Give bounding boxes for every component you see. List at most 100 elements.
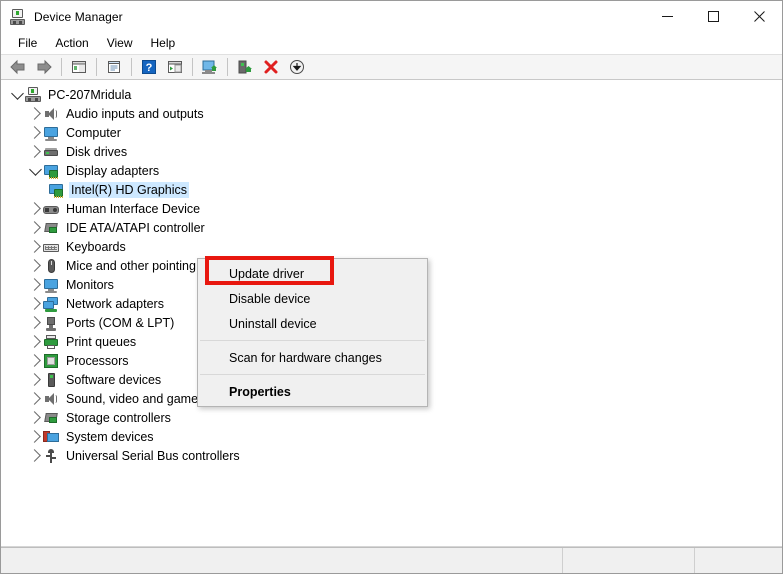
tree-row-root[interactable]: PC-207Mridula xyxy=(1,85,782,104)
monitor-icon xyxy=(43,125,59,141)
toolbar-help-button[interactable]: ? xyxy=(136,55,162,79)
tree-row-storage-controllers[interactable]: Storage controllers xyxy=(1,408,782,427)
context-menu: Update driver Disable device Uninstall d… xyxy=(197,258,428,407)
toolbar-delete-button[interactable] xyxy=(258,55,284,79)
toolbar-update-driver-button[interactable] xyxy=(197,55,223,79)
tree-row-ide-ata-atapi-controllers[interactable]: IDE ATA/ATAPI controller xyxy=(1,218,782,237)
mouse-icon xyxy=(43,258,59,274)
close-button[interactable] xyxy=(736,1,782,32)
ide-controller-icon xyxy=(43,220,59,236)
device-manager-icon xyxy=(10,9,26,25)
disable-device-icon xyxy=(288,59,306,75)
chevron-right-icon[interactable] xyxy=(27,408,43,427)
speaker-icon xyxy=(43,391,59,407)
tree-row-intel-hd-graphics[interactable]: Intel(R) HD Graphics xyxy=(1,180,782,199)
chevron-right-icon[interactable] xyxy=(27,123,43,142)
port-icon xyxy=(43,315,59,331)
tree-row-audio-inputs-and-outputs[interactable]: Audio inputs and outputs xyxy=(1,104,782,123)
tree-row-disk-drives[interactable]: Disk drives xyxy=(1,142,782,161)
back-arrow-icon xyxy=(9,59,27,75)
printer-icon xyxy=(43,334,59,350)
device-tree-panel[interactable]: PC-207Mridula Audio inputs and outputs C… xyxy=(1,80,782,546)
minimize-button[interactable] xyxy=(644,1,690,32)
chevron-right-icon[interactable] xyxy=(27,275,43,294)
toolbar-disable-device-button[interactable] xyxy=(284,55,310,79)
status-panel-secondary xyxy=(562,548,694,573)
tree-label: Audio inputs and outputs xyxy=(64,106,206,122)
chevron-right-icon[interactable] xyxy=(27,351,43,370)
software-device-icon xyxy=(43,372,59,388)
chevron-right-icon[interactable] xyxy=(27,389,43,408)
title-bar: Device Manager xyxy=(1,1,782,32)
tree-label: IDE ATA/ATAPI controller xyxy=(64,220,207,236)
chevron-down-icon[interactable] xyxy=(9,85,25,104)
uninstall-device-icon xyxy=(236,59,254,75)
update-driver-icon xyxy=(200,59,220,75)
tree-label: Processors xyxy=(64,353,131,369)
context-menu-item-disable-device[interactable]: Disable device xyxy=(198,286,427,311)
tree-label-selected: Intel(R) HD Graphics xyxy=(69,182,189,198)
toolbar-back-button[interactable] xyxy=(5,55,31,79)
chevron-right-icon[interactable] xyxy=(27,237,43,256)
system-device-icon xyxy=(43,429,59,445)
tree-label: System devices xyxy=(64,429,156,445)
chevron-down-icon[interactable] xyxy=(27,161,43,180)
display-adapter-icon xyxy=(48,182,64,198)
toolbar-scan-hardware-button[interactable] xyxy=(162,55,188,79)
toolbar-uninstall-button[interactable] xyxy=(232,55,258,79)
tree-label: Network adapters xyxy=(64,296,166,312)
speaker-icon xyxy=(43,106,59,122)
tree-label: Display adapters xyxy=(64,163,161,179)
minimize-icon xyxy=(662,11,673,22)
window-title: Device Manager xyxy=(34,10,123,24)
chevron-right-icon[interactable] xyxy=(27,104,43,123)
tree-label: Disk drives xyxy=(64,144,129,160)
toolbar-separator xyxy=(96,58,97,76)
tree-row-system-devices[interactable]: System devices xyxy=(1,427,782,446)
tree-label: Monitors xyxy=(64,277,116,293)
context-menu-separator xyxy=(200,374,425,375)
tree-row-keyboards[interactable]: Keyboards xyxy=(1,237,782,256)
chevron-right-icon[interactable] xyxy=(27,199,43,218)
tree-row-display-adapters[interactable]: Display adapters xyxy=(1,161,782,180)
chevron-right-icon[interactable] xyxy=(27,446,43,465)
tree-row-universal-serial-bus-controllers[interactable]: Universal Serial Bus controllers xyxy=(1,446,782,465)
chevron-right-icon[interactable] xyxy=(27,142,43,161)
display-adapter-icon xyxy=(43,163,59,179)
tree-label: Computer xyxy=(64,125,123,141)
context-menu-item-scan-for-hardware-changes[interactable]: Scan for hardware changes xyxy=(198,345,427,370)
toolbar-separator xyxy=(131,58,132,76)
context-menu-item-update-driver[interactable]: Update driver xyxy=(198,261,427,286)
chevron-right-icon[interactable] xyxy=(27,294,43,313)
hid-icon xyxy=(43,201,59,217)
processor-icon xyxy=(43,353,59,369)
chevron-right-icon[interactable] xyxy=(27,218,43,237)
toolbar-console-tree-button[interactable] xyxy=(66,55,92,79)
computer-icon xyxy=(25,87,41,103)
status-panel-main xyxy=(1,548,562,573)
toolbar-properties-button[interactable] xyxy=(101,55,127,79)
chevron-right-icon[interactable] xyxy=(27,427,43,446)
menu-action[interactable]: Action xyxy=(46,34,97,52)
context-menu-item-properties[interactable]: Properties xyxy=(198,379,427,404)
network-adapter-icon xyxy=(43,296,59,312)
close-icon xyxy=(754,11,765,22)
maximize-button[interactable] xyxy=(690,1,736,32)
menu-help[interactable]: Help xyxy=(142,34,185,52)
chevron-right-icon[interactable] xyxy=(27,332,43,351)
context-menu-item-uninstall-device[interactable]: Uninstall device xyxy=(198,311,427,336)
chevron-right-icon[interactable] xyxy=(27,256,43,275)
toolbar-forward-button[interactable] xyxy=(31,55,57,79)
tree-label: Human Interface Device xyxy=(64,201,202,217)
chevron-right-icon[interactable] xyxy=(27,313,43,332)
tree-row-computer[interactable]: Computer xyxy=(1,123,782,142)
scan-for-hardware-changes-icon xyxy=(166,59,184,75)
device-manager-window: Device Manager File Action xyxy=(0,0,783,574)
menu-file[interactable]: File xyxy=(9,34,46,52)
status-panel-tertiary xyxy=(694,548,782,573)
usb-icon xyxy=(43,448,59,464)
context-menu-separator xyxy=(200,340,425,341)
chevron-right-icon[interactable] xyxy=(27,370,43,389)
menu-view[interactable]: View xyxy=(98,34,142,52)
tree-row-human-interface-device[interactable]: Human Interface Device xyxy=(1,199,782,218)
